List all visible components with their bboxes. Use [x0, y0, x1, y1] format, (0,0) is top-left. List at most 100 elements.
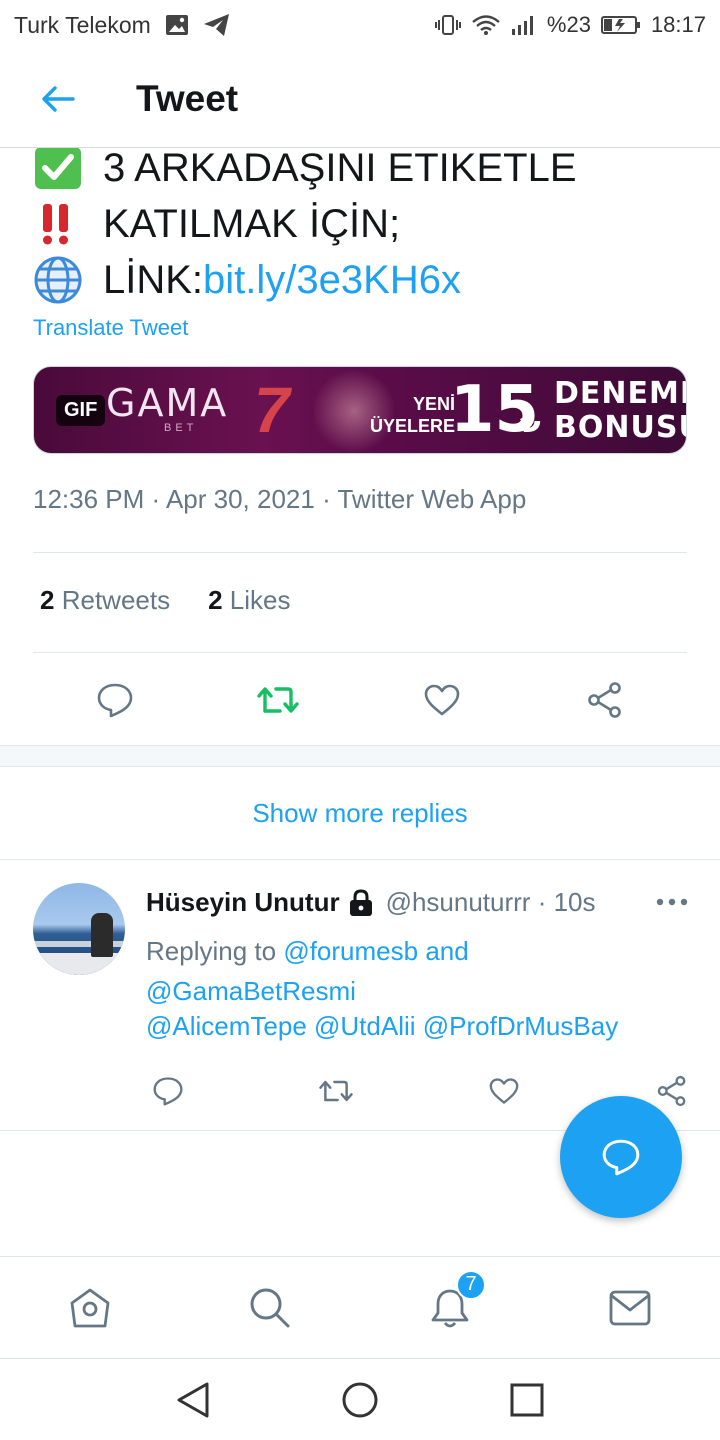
system-back-button[interactable]	[168, 1375, 218, 1425]
reply-icon	[97, 683, 133, 718]
tweet-text: 3 ARKADAŞINI ETIKETLE KATILMAK İÇİN; LİN…	[33, 140, 693, 308]
reply-mentions[interactable]: @AlicemTepe @UtdAlii @ProfDrMusBay	[146, 1011, 618, 1042]
telegram-icon	[203, 13, 231, 37]
gallery-icon	[165, 14, 189, 36]
share-icon	[588, 682, 621, 718]
replying-user-2[interactable]: @GamaBetResmi	[146, 976, 356, 1006]
reply-like-button[interactable]	[482, 1069, 526, 1113]
tweet-line-2: KATILMAK İÇİN;	[33, 196, 693, 252]
carrier-name: Turk Telekom	[14, 11, 151, 38]
vibrate-icon	[434, 14, 461, 36]
reply-reply-button[interactable]	[146, 1069, 190, 1113]
replying-and: and	[418, 936, 469, 966]
heart-icon	[489, 1078, 519, 1104]
app-header: Tweet	[0, 50, 720, 148]
system-recents-button[interactable]	[502, 1375, 552, 1425]
clock: 18:17	[650, 12, 706, 37]
slot-seven-graphic: 7	[254, 374, 290, 446]
back-button[interactable]	[30, 71, 86, 127]
avatar[interactable]	[33, 883, 125, 975]
status-left: Turk Telekom	[14, 12, 231, 39]
banner-promo-currency: ₺	[520, 406, 541, 439]
page-title: Tweet	[136, 77, 239, 119]
bottom-navigation: 7	[0, 1256, 720, 1358]
divider	[33, 652, 687, 653]
likes-stat[interactable]: 2 Likes	[208, 585, 290, 616]
reply-button[interactable]	[93, 678, 137, 722]
tweet-stats: 2 Retweets 2 Likes	[40, 585, 291, 616]
more-dots-icon	[656, 898, 688, 906]
double-exclamation-emoji	[33, 200, 87, 248]
tweet-action-bar	[33, 670, 687, 730]
promo-right-2: BONUSU	[554, 410, 686, 445]
share-icon	[657, 1075, 686, 1107]
lock-icon	[346, 888, 376, 917]
notification-badge: 7	[456, 1269, 486, 1300]
retweet-icon	[257, 687, 300, 713]
retweets-stat[interactable]: 2 Retweets	[40, 585, 170, 616]
retweet-button[interactable]	[256, 678, 300, 722]
tweet-line-3-prefix: LİNK:	[103, 258, 204, 302]
like-button[interactable]	[420, 678, 464, 722]
banner-promo-small: YENİ ÜYELERE	[370, 393, 455, 437]
tweet-line-3: LİNK: bit.ly/3e3KH6x	[33, 252, 693, 308]
tweet-gif-media[interactable]: GAMA BET 7 YENİ ÜYELERE 15 ₺ DENEME BONU…	[33, 366, 687, 454]
retweet-icon	[319, 1080, 353, 1102]
nav-notifications[interactable]: 7	[418, 1269, 486, 1340]
home-icon	[70, 1288, 110, 1327]
replying-prefix: Replying to	[146, 936, 284, 966]
heart-icon	[424, 684, 459, 716]
home-circle-icon	[342, 1382, 378, 1417]
section-separator	[0, 745, 720, 767]
reply-share-button[interactable]	[650, 1069, 694, 1113]
retweets-count: 2	[40, 585, 55, 615]
nav-messages[interactable]	[598, 1276, 662, 1340]
tweet-line-1: 3 ARKADAŞINI ETIKETLE	[33, 140, 693, 196]
system-home-button[interactable]	[335, 1375, 385, 1425]
tweet-line-2-text: KATILMAK İÇİN;	[103, 202, 401, 246]
banner-logo: GAMA	[106, 381, 229, 425]
banner-logo-sub: BET	[164, 422, 198, 434]
retweets-label: Retweets	[61, 585, 171, 615]
tweet-line-1-text: 3 ARKADAŞINI ETIKETLE	[103, 146, 577, 190]
status-bar: Turk Telekom %23 18:17	[0, 0, 720, 50]
promo-small-2: ÜYELERE	[370, 416, 456, 436]
reply-author-name[interactable]: Hüseyin Unutur	[146, 887, 340, 918]
likes-count: 2	[208, 585, 223, 615]
search-icon	[250, 1288, 290, 1327]
nav-search[interactable]	[238, 1276, 302, 1340]
reply-retweet-button[interactable]	[314, 1069, 358, 1113]
banner-promo-right: DENEME BONUSU	[554, 376, 687, 445]
wifi-icon	[471, 14, 501, 36]
reply-tweet[interactable]: Hüseyin Unutur @hsunuturrr · 10s Replyin…	[0, 861, 720, 1131]
replying-user-1[interactable]: @forumesb	[283, 936, 418, 966]
messages-icon	[609, 1290, 651, 1325]
show-more-replies-button[interactable]: Show more replies	[0, 768, 720, 860]
promo-right-1: DENEME	[554, 376, 687, 411]
divider	[33, 552, 687, 553]
likes-label: Likes	[229, 585, 291, 615]
reply-icon	[153, 1077, 183, 1106]
check-mark-emoji	[33, 144, 87, 192]
promo-small-1: YENİ	[413, 394, 456, 414]
reply-header: Hüseyin Unutur @hsunuturrr · 10s	[146, 887, 596, 918]
gif-badge: GIF	[56, 395, 106, 426]
more-options-button[interactable]	[652, 887, 692, 917]
compose-reply-fab[interactable]	[560, 1096, 682, 1218]
avatar-person	[91, 913, 113, 957]
nav-home[interactable]	[58, 1276, 122, 1340]
tweet-link[interactable]: bit.ly/3e3KH6x	[203, 252, 461, 308]
share-button[interactable]	[583, 678, 627, 722]
globe-emoji	[33, 256, 87, 304]
reply-icon	[602, 1139, 640, 1176]
translate-tweet-link[interactable]: Translate Tweet	[33, 315, 188, 341]
replying-to: Replying to @forumesb and @GamaBetResmi	[146, 931, 676, 1011]
recents-square-icon	[510, 1383, 544, 1416]
battery-charging-icon	[600, 14, 641, 36]
signal-icon	[511, 14, 537, 36]
tweet-timestamp-source: 12:36 PM · Apr 30, 2021 · Twitter Web Ap…	[33, 484, 527, 514]
status-right: %23 18:17	[434, 12, 706, 38]
battery-percent: %23	[546, 12, 591, 37]
system-navigation	[0, 1358, 720, 1440]
back-arrow-icon	[42, 85, 75, 112]
